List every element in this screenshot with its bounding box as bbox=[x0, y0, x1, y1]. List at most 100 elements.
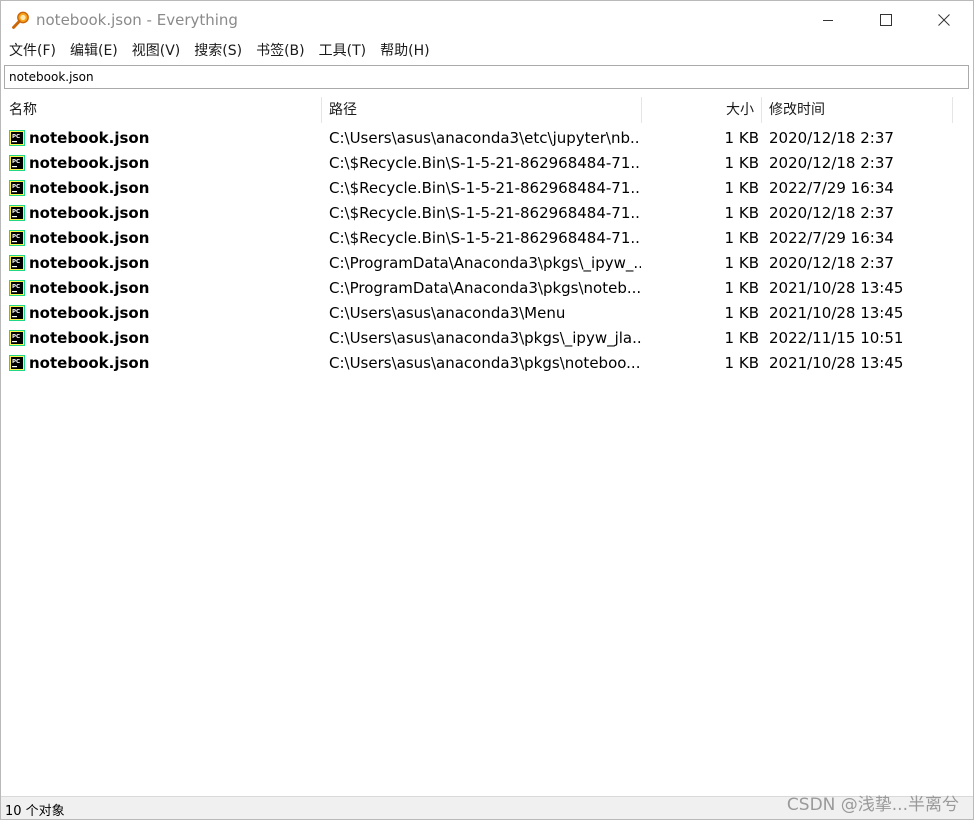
column-header-modified[interactable]: 修改时间 bbox=[769, 97, 825, 123]
minimize-button[interactable] bbox=[799, 1, 857, 39]
pycharm-file-icon: PC bbox=[9, 230, 25, 246]
table-row[interactable]: PC notebook.json C:\$Recycle.Bin\S-1-5-2… bbox=[1, 151, 973, 176]
file-size: 1 KB bbox=[724, 329, 759, 347]
menu-search[interactable]: 搜索(S) bbox=[187, 39, 249, 63]
magnifier-icon bbox=[12, 11, 29, 29]
file-path: C:\Users\asus\anaconda3\pkgs\_ipyw_jla..… bbox=[329, 329, 641, 347]
svg-text:PC: PC bbox=[12, 359, 20, 365]
table-row[interactable]: PC notebook.json C:\ProgramData\Anaconda… bbox=[1, 276, 973, 301]
pycharm-file-icon: PC bbox=[9, 205, 25, 221]
file-modified: 2020/12/18 2:37 bbox=[769, 254, 894, 272]
menu-file[interactable]: 文件(F) bbox=[1, 39, 63, 63]
table-row[interactable]: PC notebook.json C:\ProgramData\Anaconda… bbox=[1, 251, 973, 276]
watermark-text: CSDN @浅挚...半离兮 bbox=[786, 795, 959, 815]
column-header-path[interactable]: 路径 bbox=[329, 97, 357, 123]
file-size: 1 KB bbox=[724, 204, 759, 222]
file-name: notebook.json bbox=[29, 229, 150, 247]
maximize-button[interactable] bbox=[857, 1, 915, 39]
minimize-icon bbox=[823, 20, 833, 21]
file-path: C:\$Recycle.Bin\S-1-5-21-862968484-71... bbox=[329, 154, 641, 172]
menu-tools[interactable]: 工具(T) bbox=[312, 39, 373, 63]
pycharm-file-icon: PC bbox=[9, 330, 25, 346]
file-modified: 2020/12/18 2:37 bbox=[769, 129, 894, 147]
file-size: 1 KB bbox=[724, 279, 759, 297]
file-path: C:\$Recycle.Bin\S-1-5-21-862968484-71... bbox=[329, 179, 641, 197]
file-path: C:\$Recycle.Bin\S-1-5-21-862968484-71... bbox=[329, 229, 641, 247]
file-name: notebook.json bbox=[29, 179, 150, 197]
pycharm-file-icon: PC bbox=[9, 305, 25, 321]
results-list: PC notebook.json C:\Users\asus\anaconda3… bbox=[1, 126, 973, 376]
menu-edit[interactable]: 编辑(E) bbox=[63, 39, 125, 63]
file-size: 1 KB bbox=[724, 154, 759, 172]
pycharm-file-icon: PC bbox=[9, 355, 25, 371]
svg-text:PC: PC bbox=[12, 184, 20, 190]
column-divider[interactable] bbox=[952, 97, 953, 123]
svg-text:PC: PC bbox=[12, 234, 20, 240]
table-row[interactable]: PC notebook.json C:\Users\asus\anaconda3… bbox=[1, 301, 973, 326]
file-name: notebook.json bbox=[29, 204, 150, 222]
column-header-size[interactable]: 大小 bbox=[726, 97, 754, 123]
status-object-count: 10 个对象 bbox=[5, 804, 65, 819]
file-name: notebook.json bbox=[29, 304, 150, 322]
file-path: C:\ProgramData\Anaconda3\pkgs\noteb... bbox=[329, 279, 641, 297]
file-size: 1 KB bbox=[724, 254, 759, 272]
file-path: C:\ProgramData\Anaconda3\pkgs\_ipyw_... bbox=[329, 254, 641, 272]
pycharm-file-icon: PC bbox=[9, 280, 25, 296]
everything-window: notebook.json - Everything 文件(F) 编辑(E) 视… bbox=[0, 0, 974, 820]
svg-text:PC: PC bbox=[12, 334, 20, 340]
svg-text:PC: PC bbox=[12, 284, 20, 290]
file-modified: 2022/11/15 10:51 bbox=[769, 329, 904, 347]
file-name: notebook.json bbox=[29, 254, 150, 272]
file-name: notebook.json bbox=[29, 129, 150, 147]
title-bar[interactable]: notebook.json - Everything bbox=[1, 1, 973, 39]
column-divider[interactable] bbox=[321, 97, 322, 123]
pycharm-file-icon: PC bbox=[9, 130, 25, 146]
file-name: notebook.json bbox=[29, 354, 150, 372]
file-size: 1 KB bbox=[724, 354, 759, 372]
file-modified: 2022/7/29 16:34 bbox=[769, 229, 894, 247]
file-name: notebook.json bbox=[29, 329, 150, 347]
table-row[interactable]: PC notebook.json C:\Users\asus\anaconda3… bbox=[1, 326, 973, 351]
menu-bar: 文件(F) 编辑(E) 视图(V) 搜索(S) 书签(B) 工具(T) 帮助(H… bbox=[1, 39, 973, 63]
file-size: 1 KB bbox=[724, 229, 759, 247]
table-row[interactable]: PC notebook.json C:\Users\asus\anaconda3… bbox=[1, 126, 973, 151]
file-modified: 2021/10/28 13:45 bbox=[769, 279, 904, 297]
svg-text:PC: PC bbox=[12, 134, 20, 140]
window-title: notebook.json - Everything bbox=[36, 11, 238, 29]
table-row[interactable]: PC notebook.json C:\Users\asus\anaconda3… bbox=[1, 351, 973, 376]
file-size: 1 KB bbox=[724, 179, 759, 197]
file-modified: 2022/7/29 16:34 bbox=[769, 179, 894, 197]
file-modified: 2020/12/18 2:37 bbox=[769, 204, 894, 222]
svg-text:PC: PC bbox=[12, 259, 20, 265]
file-name: notebook.json bbox=[29, 154, 150, 172]
column-header-row: 名称 路径 大小 修改时间 bbox=[1, 97, 973, 123]
file-modified: 2020/12/18 2:37 bbox=[769, 154, 894, 172]
menu-help[interactable]: 帮助(H) bbox=[373, 39, 436, 63]
file-name: notebook.json bbox=[29, 279, 150, 297]
pycharm-file-icon: PC bbox=[9, 180, 25, 196]
search-input[interactable] bbox=[7, 68, 966, 86]
svg-text:PC: PC bbox=[12, 309, 20, 315]
file-modified: 2021/10/28 13:45 bbox=[769, 304, 904, 322]
pycharm-file-icon: PC bbox=[9, 255, 25, 271]
table-row[interactable]: PC notebook.json C:\$Recycle.Bin\S-1-5-2… bbox=[1, 176, 973, 201]
table-row[interactable]: PC notebook.json C:\$Recycle.Bin\S-1-5-2… bbox=[1, 226, 973, 251]
file-path: C:\Users\asus\anaconda3\Menu bbox=[329, 304, 566, 322]
file-path: C:\$Recycle.Bin\S-1-5-21-862968484-71... bbox=[329, 204, 641, 222]
file-path: C:\Users\asus\anaconda3\pkgs\noteboo... bbox=[329, 354, 641, 372]
pycharm-file-icon: PC bbox=[9, 155, 25, 171]
file-modified: 2021/10/28 13:45 bbox=[769, 354, 904, 372]
search-box bbox=[4, 65, 969, 89]
file-size: 1 KB bbox=[724, 304, 759, 322]
svg-text:PC: PC bbox=[12, 159, 20, 165]
menu-view[interactable]: 视图(V) bbox=[125, 39, 188, 63]
column-header-name[interactable]: 名称 bbox=[9, 97, 37, 123]
menu-bookmarks[interactable]: 书签(B) bbox=[249, 39, 312, 63]
close-button[interactable] bbox=[915, 1, 973, 39]
file-size: 1 KB bbox=[724, 129, 759, 147]
table-row[interactable]: PC notebook.json C:\$Recycle.Bin\S-1-5-2… bbox=[1, 201, 973, 226]
svg-text:PC: PC bbox=[12, 209, 20, 215]
column-divider[interactable] bbox=[641, 97, 642, 123]
column-divider[interactable] bbox=[761, 97, 762, 123]
file-path: C:\Users\asus\anaconda3\etc\jupyter\nb..… bbox=[329, 129, 641, 147]
